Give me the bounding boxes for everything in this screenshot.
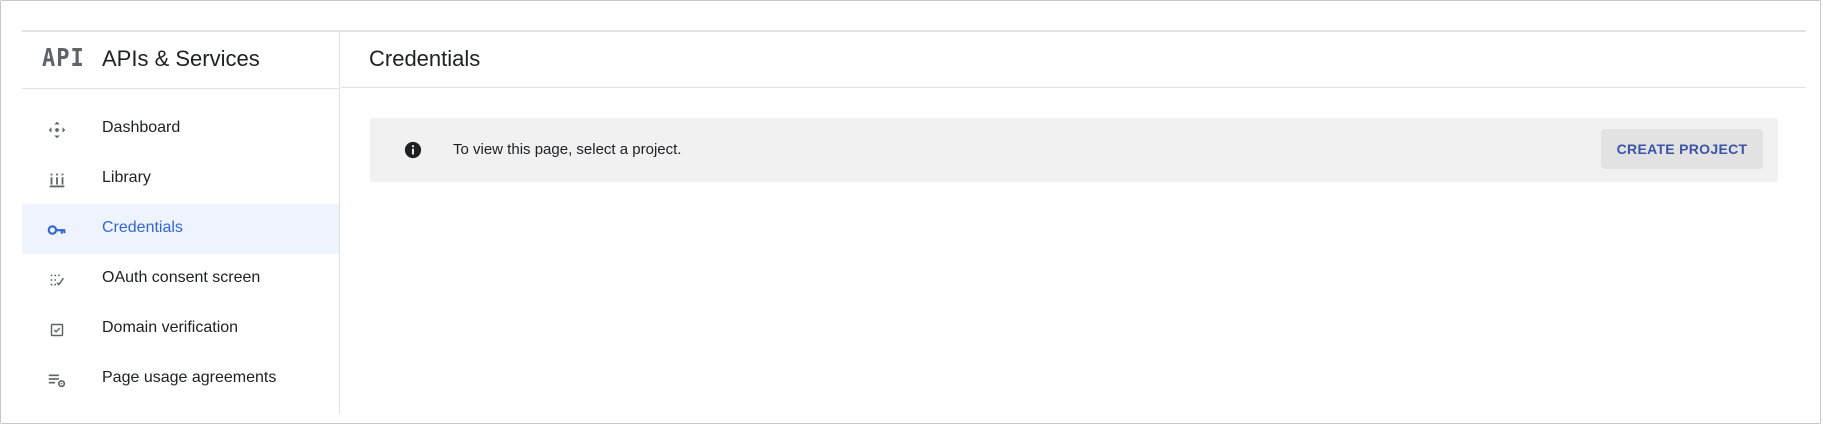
info-icon [404,141,422,159]
select-project-banner: To view this page, select a project. CRE… [370,118,1778,182]
key-icon [47,225,66,235]
api-logo: API [42,44,85,73]
consent-icon [50,274,65,286]
banner-message: To view this page, select a project. [453,141,682,158]
sidebar-header: API APIs & Services [22,32,339,89]
sidebar-item-page-usage-agreements[interactable]: Page usage agreements [22,354,339,404]
sidebar-nav: Dashboard Library Credentials OAuth cons… [22,104,339,404]
library-icon [49,173,65,188]
sidebar-item-credentials[interactable]: Credentials [22,204,339,254]
sidebar-item-label: Credentials [102,219,183,236]
sidebar-item-label: Library [102,169,151,186]
sidebar-item-label: Dashboard [102,119,181,136]
main-header: Credentials [341,32,1806,88]
sidebar: API APIs & Services Dashboard Library Cr… [22,32,340,414]
settings-list-icon [48,374,66,388]
sidebar-item-label: OAuth consent screen [102,269,261,286]
create-project-button[interactable]: CREATE PROJECT [1601,129,1763,169]
sidebar-item-library[interactable]: Library [22,154,339,204]
sidebar-item-domain-verification[interactable]: Domain verification [22,304,339,354]
sidebar-title: APIs & Services [102,46,260,71]
sidebar-item-label: Page usage agreements [102,369,277,386]
sidebar-item-oauth-consent[interactable]: OAuth consent screen [22,254,339,304]
dashboard-icon [48,121,66,139]
sidebar-item-label: Domain verification [102,319,239,336]
checkbox-icon [50,323,64,337]
page-title: Credentials [369,46,481,71]
sidebar-item-dashboard[interactable]: Dashboard [22,104,339,154]
